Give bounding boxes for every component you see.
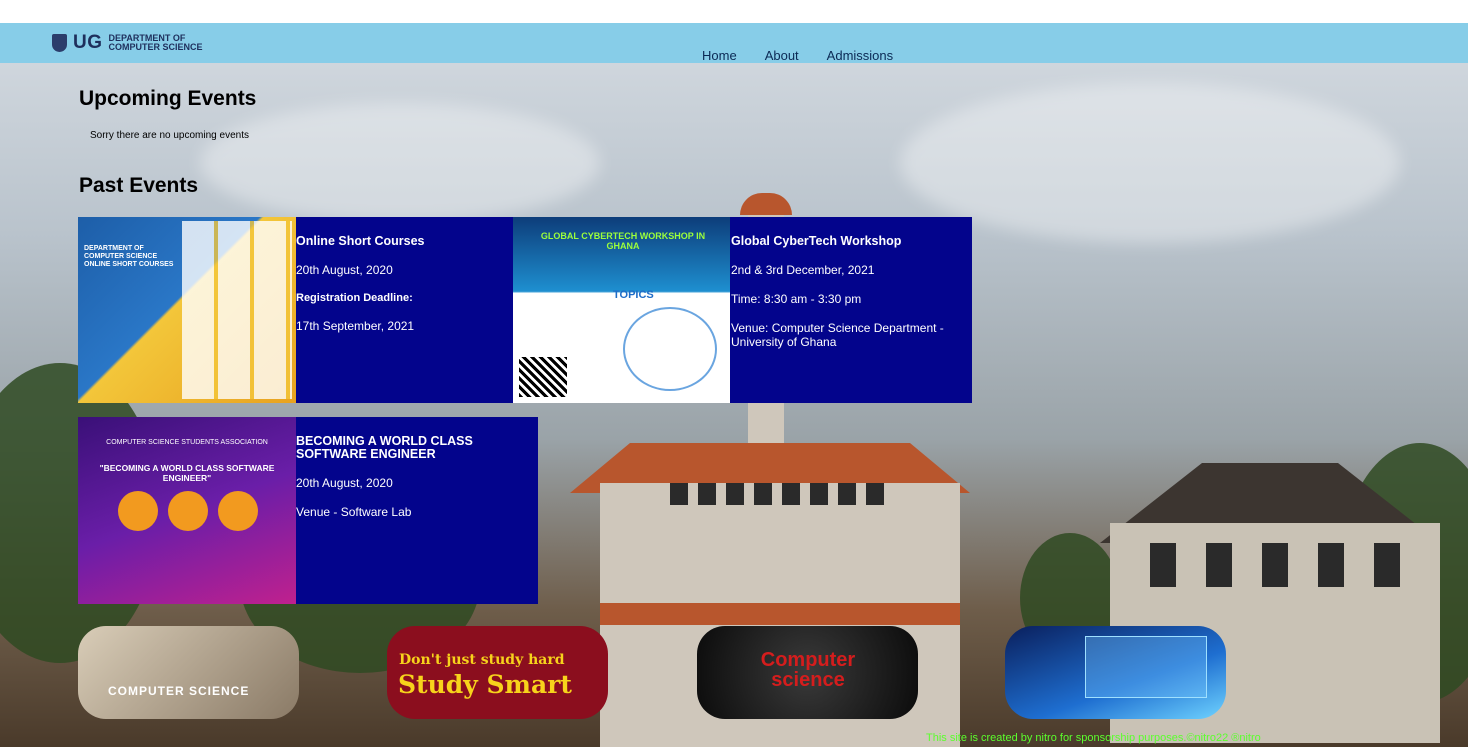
event-venue: Venue - Software Lab (296, 505, 412, 519)
event-date: 20th August, 2020 (296, 263, 393, 277)
event-card-online-short-courses[interactable]: DEPARTMENT OF COMPUTER SCIENCE ONLINE SH… (78, 217, 514, 403)
gallery-caption: Computer science (760, 649, 856, 691)
nav-admissions[interactable]: Admissions (827, 48, 893, 63)
event-deadline-label: Registration Deadline: (296, 292, 413, 304)
poster-subtitle: COMPUTER SCIENCE STUDENTS ASSOCIATION (106, 439, 268, 446)
nav-about[interactable]: About (765, 48, 799, 63)
event-card-world-class-engineer[interactable]: COMPUTER SCIENCE STUDENTS ASSOCIATION "B… (78, 417, 538, 604)
gallery-image-computer-science-dark[interactable]: Computer science (697, 626, 918, 719)
speaker-avatar (168, 491, 208, 531)
event-date: 2nd & 3rd December, 2021 (731, 263, 875, 277)
event-title: BECOMING A WORLD CLASS SOFTWARE ENGINEER (296, 434, 473, 461)
event-date: 20th August, 2020 (296, 476, 393, 490)
gallery-image-study-smart[interactable]: Don't just study hard Study Smart (387, 626, 608, 719)
gallery-image-computer-science[interactable]: COMPUTER SCIENCE (78, 626, 299, 719)
poster-topics: TOPICS (613, 289, 654, 301)
gallery-caption-line-2: Study Smart (398, 670, 572, 699)
upcoming-events-heading: Upcoming Events (79, 87, 257, 110)
event-deadline-date: 17th September, 2021 (296, 319, 415, 333)
logo-ug-text: UG (73, 32, 103, 53)
top-strip (0, 0, 1468, 23)
logo-dept-text: DEPARTMENT OF COMPUTER SCIENCE (109, 34, 203, 52)
event-info: BECOMING A WORLD CLASS SOFTWARE ENGINEER… (296, 435, 531, 534)
poster-caption: "BECOMING A WORLD CLASS SOFTWARE ENGINEE… (99, 463, 275, 483)
gallery-image-tech-room[interactable] (1005, 626, 1226, 719)
event-title: Global CyberTech Workshop (731, 234, 902, 248)
gallery-caption: COMPUTER SCIENCE (108, 684, 250, 698)
past-events-heading: Past Events (79, 174, 199, 197)
speaker-avatar (218, 491, 258, 531)
site-header: UG DEPARTMENT OF COMPUTER SCIENCE Home A… (0, 23, 1468, 63)
event-info: Global CyberTech Workshop 2nd & 3rd Dece… (731, 234, 966, 364)
dept-line-2: COMPUTER SCIENCE (108, 42, 203, 52)
speaker-avatar (118, 491, 158, 531)
event-title: Online Short Courses (296, 234, 425, 248)
nav-home[interactable]: Home (702, 48, 737, 63)
main-nav: Home About Admissions (702, 48, 893, 63)
poster-caption: GLOBAL CYBERTECH WORKSHOP IN GHANA (540, 231, 706, 251)
event-venue: Venue: Computer Science Department - Uni… (731, 321, 944, 349)
no-events-message: Sorry there are no upcoming events (90, 130, 249, 141)
event-poster-image: DEPARTMENT OF COMPUTER SCIENCE ONLINE SH… (78, 217, 296, 403)
ug-logo[interactable]: UG DEPARTMENT OF COMPUTER SCIENCE (52, 32, 203, 54)
event-card-global-cybertech[interactable]: GLOBAL CYBERTECH WORKSHOP IN GHANA TOPIC… (513, 217, 972, 403)
event-poster-image: COMPUTER SCIENCE STUDENTS ASSOCIATION "B… (78, 417, 296, 604)
event-time: Time: 8:30 am - 3:30 pm (731, 292, 862, 306)
footer-credit: This site is created by nitro for sponso… (926, 732, 1261, 744)
event-info: Online Short Courses 20th August, 2020 R… (296, 234, 506, 348)
gallery-caption-line-1: Don't just study hard (399, 652, 565, 668)
qr-code-icon (519, 357, 567, 397)
crest-icon (52, 34, 67, 52)
poster-caption: DEPARTMENT OF COMPUTER SCIENCE ONLINE SH… (84, 245, 174, 268)
event-poster-image: GLOBAL CYBERTECH WORKSHOP IN GHANA TOPIC… (513, 217, 730, 403)
